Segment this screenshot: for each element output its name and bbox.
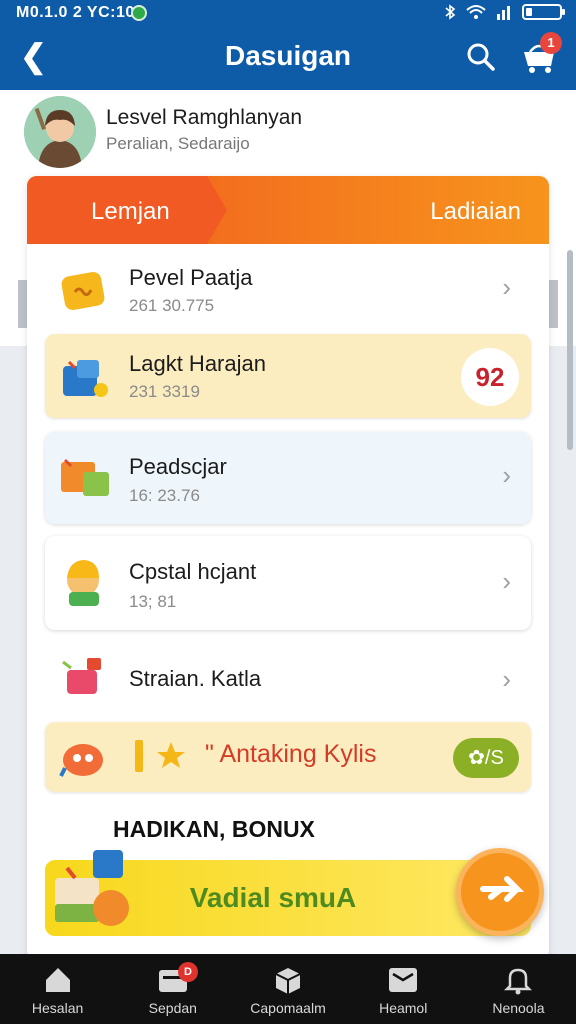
mascot-icon <box>59 744 103 777</box>
list-item-label: Lagkt Harajan <box>129 351 266 376</box>
tab-banner: Lemjan Ladiaian <box>27 176 549 244</box>
cart-badge: 1 <box>540 32 562 54</box>
tab-left[interactable]: Lemjan <box>91 198 170 226</box>
home-icon <box>45 968 70 992</box>
list-item-label: Cpstal hcjant <box>129 559 257 584</box>
message-icon <box>389 968 418 992</box>
nav-item-home[interactable]: Hesalan <box>0 954 115 1024</box>
list-item[interactable]: Pevel Paatja 261 30.775 › <box>45 252 531 328</box>
tab-right[interactable]: Ladiaian <box>430 198 521 226</box>
promo-pill[interactable]: ✿/S <box>453 738 519 778</box>
status-bar: M0.1.0 2 YC:10 <box>0 0 576 26</box>
nav-label: Nenoola <box>492 1000 545 1016</box>
bonus-heading: HADIKAN, BONUX <box>113 816 315 842</box>
airplane-icon <box>480 876 525 902</box>
box-icon <box>275 968 301 994</box>
list-item-value: 16: 23.76 <box>129 486 200 505</box>
wifi-icon <box>466 5 486 19</box>
nav-label: Sepdan <box>148 1000 197 1016</box>
notification-dot-icon <box>131 5 147 21</box>
promo-row[interactable]: " Antaking Kylis ✿/S <box>45 722 531 792</box>
list-item-label: Peadscjar <box>129 454 227 479</box>
promo-text: " Antaking Kylis <box>205 740 377 768</box>
profile-name: Lesvel Ramghlanyan <box>106 106 303 129</box>
nav-item-notifications[interactable]: Nenoola <box>461 954 576 1024</box>
scrollbar[interactable] <box>567 250 573 450</box>
bluetooth-icon <box>445 4 456 20</box>
star-icon <box>135 740 185 772</box>
gift-box-icon <box>63 360 108 397</box>
status-time: M0.1.0 2 YC:10 <box>16 4 135 21</box>
list-item-label: Straian. Katla <box>129 666 262 691</box>
toy-box-icon <box>62 658 101 694</box>
wallet-icon <box>61 272 105 310</box>
avatar[interactable] <box>24 96 96 168</box>
fab-button[interactable] <box>456 848 544 936</box>
background-edge <box>548 280 558 328</box>
app-header: M0.1.0 2 YC:10 ❮ Dasuigan <box>0 0 576 90</box>
list-item-value: 231 3319 <box>129 382 200 401</box>
list-item-value: 13; 81 <box>129 592 177 611</box>
search-icon[interactable] <box>466 42 496 72</box>
package-icon <box>61 458 109 496</box>
list-item[interactable]: Cpstal hcjant 13; 81 › <box>45 536 531 630</box>
nav-item-message[interactable]: Heamol <box>346 954 461 1024</box>
list-item-label: Pevel Paatja <box>129 265 253 290</box>
chevron-right-icon: › <box>502 460 511 490</box>
nav-badge: D <box>178 962 198 982</box>
nav-item-wallet[interactable]: Sepdan <box>115 954 230 1024</box>
count-badge: 92 <box>461 348 519 406</box>
list-item[interactable]: Straian. Katla › <box>45 642 531 716</box>
chevron-right-icon: › <box>502 664 511 694</box>
nav-label: Hesalan <box>31 1000 84 1016</box>
nav-label: Capomaalm <box>250 1000 326 1016</box>
list-item[interactable]: Peadscjar 16: 23.76 › <box>45 432 531 524</box>
bonus-button-label: Vadial smuA <box>189 882 357 913</box>
signal-icon <box>497 6 510 20</box>
chevron-right-icon: › <box>502 566 511 596</box>
bell-icon <box>504 968 533 995</box>
battery-icon <box>522 4 565 20</box>
worker-icon <box>67 560 99 606</box>
nav-label: Heamol <box>379 1000 428 1016</box>
bottom-nav: Hesalan Sepdan Capomaalm Heamol Nenoola <box>0 954 576 1024</box>
list-item[interactable]: Lagkt Harajan 231 3319 92 <box>45 334 531 418</box>
list-item-value: 261 30.775 <box>129 296 215 315</box>
nav-item-box[interactable]: Capomaalm <box>230 954 345 1024</box>
user-avatar-icon <box>24 96 96 168</box>
main-card: Lemjan Ladiaian Pevel Paatja 261 30.775 … <box>27 176 549 960</box>
status-icons <box>444 4 565 20</box>
profile-subtitle: Peralian, Sedaraijo <box>106 134 250 153</box>
chevron-right-icon: › <box>502 272 511 302</box>
